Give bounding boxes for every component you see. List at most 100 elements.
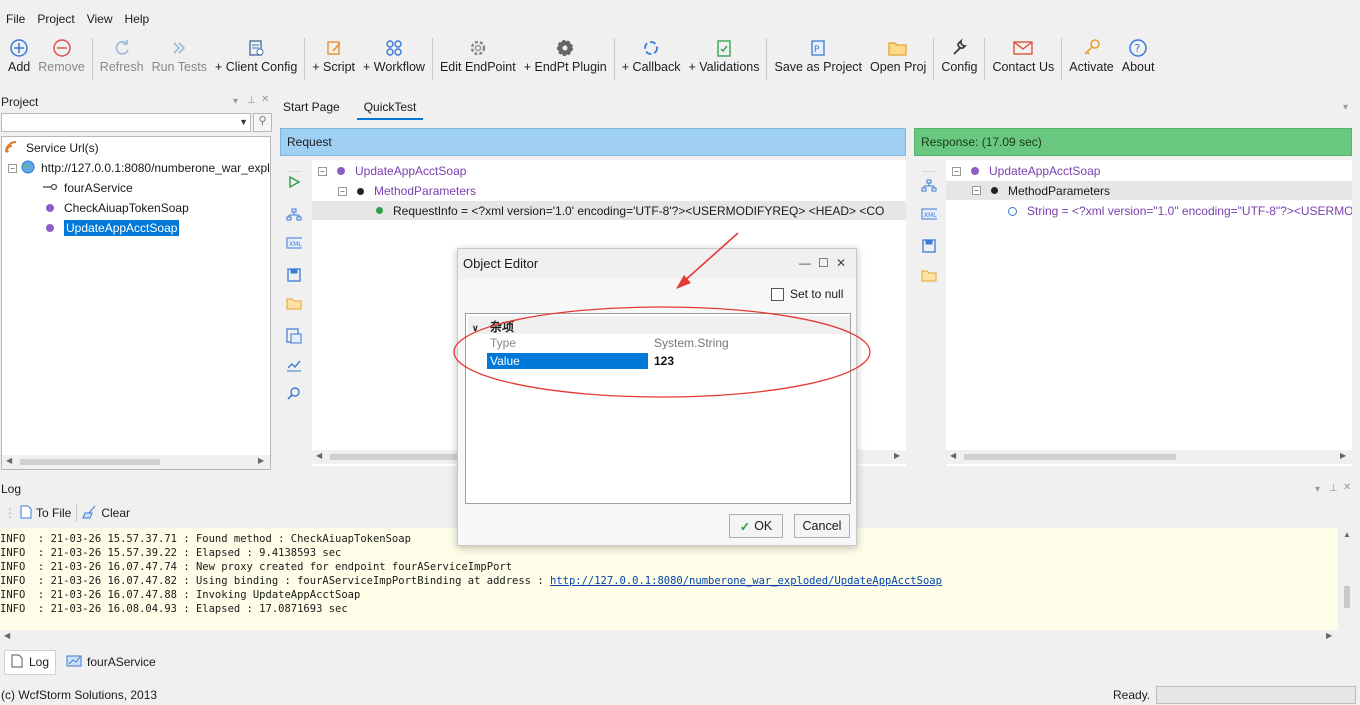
value-field[interactable]: 123 — [651, 353, 849, 369]
close-icon[interactable]: ✕ — [836, 256, 846, 270]
grip-icon: ····· — [922, 166, 936, 176]
endpt-plugin-button[interactable]: + EndPt Plugin — [520, 36, 611, 82]
config-button[interactable]: Config — [937, 36, 981, 82]
toolbar-separator — [76, 504, 78, 522]
scroll-right-icon[interactable]: ▶ — [894, 451, 900, 460]
tab-start-page[interactable]: Start Page — [276, 96, 347, 120]
callback-button[interactable]: + Callback — [618, 36, 685, 82]
save-all-icon[interactable] — [286, 328, 302, 344]
about-button[interactable]: ? About — [1118, 36, 1159, 82]
xml-icon[interactable]: XML — [921, 206, 937, 222]
request-info-node[interactable]: RequestInfo = <?xml version='1.0' encodi… — [312, 201, 906, 220]
set-to-null-checkbox[interactable]: Set to null — [771, 287, 843, 301]
panel-dropdown-icon[interactable]: ▾ — [1315, 484, 1320, 495]
request-method-node[interactable]: − UpdateAppAcctSoap — [318, 162, 466, 180]
scroll-thumb[interactable] — [330, 454, 470, 460]
client-config-button[interactable]: + Client Config — [211, 36, 301, 82]
scroll-up-icon[interactable]: ▲ — [1343, 530, 1351, 539]
refresh-button[interactable]: Refresh — [96, 36, 148, 82]
collapse-icon[interactable]: − — [972, 186, 981, 195]
tree-view-icon[interactable] — [921, 178, 937, 194]
activate-button[interactable]: Activate — [1065, 36, 1117, 82]
request-params-node[interactable]: − MethodParameters — [338, 182, 476, 200]
chart-icon[interactable] — [286, 357, 302, 373]
chevron-down-icon[interactable]: ∨ — [472, 323, 479, 333]
add-button[interactable]: Add — [4, 36, 34, 82]
save-as-project-button[interactable]: P Save as Project — [770, 36, 866, 82]
checkbox-box[interactable] — [771, 287, 784, 301]
open-proj-button[interactable]: Open Proj — [866, 36, 930, 82]
chevron-down-icon[interactable]: ▼ — [239, 117, 248, 127]
scroll-thumb[interactable] — [20, 459, 160, 465]
tab-quicktest[interactable]: QuickTest — [356, 96, 424, 120]
scroll-right-icon[interactable]: ▶ — [1340, 451, 1346, 460]
project-filter-combo[interactable]: ▼ — [1, 113, 251, 132]
menu-view[interactable]: View — [81, 8, 119, 30]
close-icon[interactable]: ✕ — [1343, 482, 1351, 493]
horizontal-scrollbar[interactable]: ◀ ▶ — [2, 455, 270, 469]
menu-help[interactable]: Help — [119, 8, 156, 30]
search-button[interactable]: ⚲ — [253, 113, 272, 132]
tree-node-url[interactable]: − http://127.0.0.1:8080/numberone_war_ex… — [8, 159, 270, 177]
scroll-thumb[interactable] — [964, 454, 1176, 460]
run-tests-button[interactable]: Run Tests — [148, 36, 211, 82]
collapse-icon[interactable]: − — [952, 166, 961, 176]
tab-fouraservice[interactable]: fourAService — [56, 651, 166, 674]
pin-icon[interactable]: ⊥ — [247, 95, 256, 106]
search-icon[interactable] — [286, 385, 302, 401]
ok-button[interactable]: ✓ OK — [729, 514, 783, 538]
scroll-left-icon[interactable]: ◀ — [950, 451, 956, 460]
svg-text:XML: XML — [924, 212, 937, 219]
play-icon[interactable] — [286, 174, 302, 190]
clear-button[interactable]: Clear — [82, 505, 130, 522]
collapse-icon[interactable]: − — [338, 186, 347, 196]
pin-icon[interactable]: ⊥ — [1329, 483, 1338, 494]
contact-us-button[interactable]: Contact Us — [988, 36, 1058, 82]
tree-node-method[interactable]: CheckAiuapTokenSoap — [46, 199, 189, 217]
scroll-thumb[interactable] — [1344, 586, 1350, 608]
minimize-icon[interactable]: — — [799, 256, 811, 270]
tree-node-service[interactable]: fourAService — [42, 179, 133, 197]
tree-node-method-selected[interactable]: UpdateAppAcctSoap — [46, 219, 180, 237]
close-icon[interactable]: ✕ — [261, 94, 269, 105]
menu-project[interactable]: Project — [31, 8, 80, 30]
to-file-button[interactable]: To File — [20, 505, 71, 522]
response-method-node[interactable]: − UpdateAppAcctSoap — [952, 162, 1100, 180]
edit-endpoint-button[interactable]: Edit EndPoint — [436, 36, 520, 82]
xml-icon[interactable]: XML — [286, 235, 302, 251]
save-icon[interactable] — [921, 238, 937, 254]
scroll-left-icon[interactable]: ◀ — [316, 451, 322, 460]
tab-log[interactable]: Log — [4, 649, 57, 675]
endpoint-link[interactable]: http://127.0.0.1:8080/numberone_war_expl… — [550, 575, 942, 587]
workflow-button[interactable]: + Workflow — [359, 36, 429, 82]
menu-file[interactable]: File — [0, 8, 31, 30]
log-horizontal-scrollbar[interactable]: ◀ ▶ — [0, 630, 1338, 644]
vertical-scrollbar[interactable]: ▲ — [1341, 528, 1353, 630]
panel-dropdown-icon[interactable]: ▾ — [233, 96, 238, 107]
folder-icon[interactable] — [286, 295, 302, 311]
scroll-left-icon[interactable]: ◀ — [6, 456, 12, 465]
validations-button[interactable]: + Validations — [684, 36, 763, 82]
response-params-node[interactable]: − MethodParameters — [946, 181, 1352, 200]
folder-icon[interactable] — [921, 267, 937, 283]
response-string-node[interactable]: String = <?xml version="1.0" encoding="U… — [1008, 202, 1352, 220]
scroll-right-icon[interactable]: ▶ — [1326, 631, 1332, 640]
property-row-value[interactable]: Value 123 — [486, 352, 850, 370]
remove-button[interactable]: Remove — [34, 36, 89, 82]
toolbar-separator — [984, 38, 986, 80]
scroll-right-icon[interactable]: ▶ — [258, 456, 264, 465]
property-category[interactable]: ∨ 杂项 — [468, 316, 850, 334]
save-icon[interactable] — [286, 267, 302, 283]
tree-node-service-urls[interactable]: Service Url(s) — [4, 139, 99, 157]
horizontal-scrollbar[interactable]: ◀ ▶ — [946, 450, 1352, 464]
property-row-type[interactable]: Type System.String — [486, 334, 850, 352]
collapse-icon[interactable]: − — [318, 166, 327, 176]
script-button[interactable]: + Script — [308, 36, 359, 82]
cancel-button[interactable]: Cancel — [794, 514, 850, 538]
tree-view-icon[interactable] — [286, 207, 302, 223]
collapse-icon[interactable]: − — [8, 163, 17, 173]
maximize-icon[interactable]: ☐ — [818, 256, 829, 270]
tabs-menu-icon[interactable]: ▾ — [1343, 102, 1348, 113]
document-tabs: Start Page QuickTest — [276, 96, 424, 120]
scroll-left-icon[interactable]: ◀ — [4, 631, 10, 640]
